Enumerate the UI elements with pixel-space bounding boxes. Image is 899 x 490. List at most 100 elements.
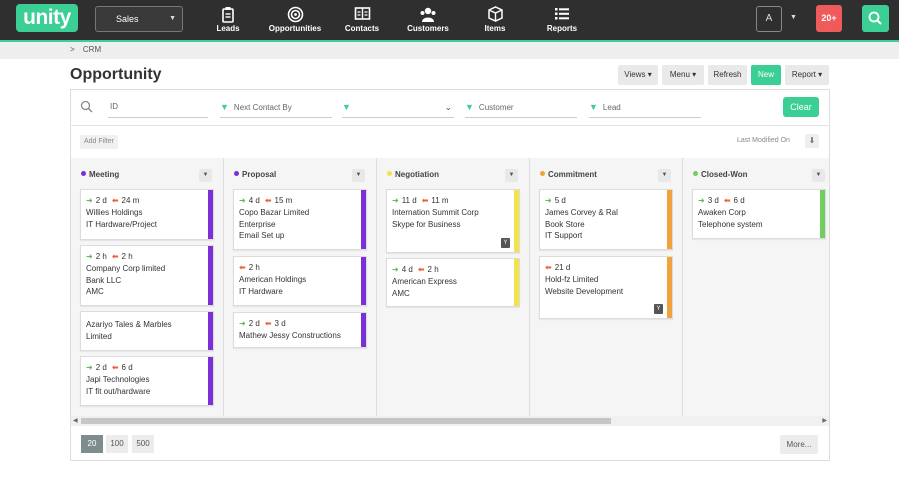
breadcrumb: > CRM: [70, 45, 101, 54]
more-button[interactable]: More...: [780, 435, 818, 454]
user-avatar[interactable]: A: [756, 6, 782, 32]
instance-select[interactable]: Sales ▼: [95, 6, 183, 32]
card-detail: Website Development: [545, 286, 624, 296]
nav-contacts[interactable]: Contacts: [340, 6, 384, 38]
card-detail: AMC: [86, 287, 104, 296]
notifications-badge[interactable]: 20+: [816, 5, 842, 32]
page-size-100[interactable]: 100: [106, 435, 128, 453]
new-button[interactable]: New: [751, 65, 781, 85]
nav-customers-label: Customers: [407, 24, 449, 33]
sort-field-label[interactable]: Last Modified On: [737, 137, 790, 144]
scrollbar-thumb[interactable]: [81, 418, 611, 424]
opportunity-card[interactable]: ➜ 2 d ⬅ 24 m Willies Holdings IT Hardware/P…: [80, 189, 214, 240]
people-icon: [404, 6, 452, 24]
lead-placeholder: Lead: [602, 103, 621, 112]
nav-reports[interactable]: Reports: [542, 6, 582, 38]
scroll-left-icon[interactable]: ◀: [73, 416, 78, 426]
opportunity-card[interactable]: Azariyo Tales & Marbles Limited: [80, 311, 214, 351]
nav-contacts-label: Contacts: [344, 24, 380, 33]
arrow-right-icon: ➜: [239, 319, 246, 328]
card-detail: AMC: [392, 288, 410, 298]
card-timers: ➜ 3 d ⬅ 6 d: [698, 196, 745, 205]
column-menu-button[interactable]: ▼: [505, 169, 518, 182]
top-navbar: unity Sales ▼ Leads Opportunities Contac…: [0, 0, 899, 40]
report-button[interactable]: Report ▾: [785, 65, 829, 85]
breadcrumb-crm[interactable]: CRM: [83, 45, 101, 54]
card-customer: American Express: [392, 277, 457, 286]
card-stage-bar: [361, 313, 366, 347]
chevron-down-icon: ▼: [169, 15, 176, 22]
card-timers: ⬅ 2 h: [239, 263, 260, 272]
sort-arrow-icon: ⬇: [808, 136, 816, 145]
arrow-right-icon: ➜: [392, 196, 399, 205]
opportunity-card[interactable]: ➜ 5 d James Corvey & Ral Book Store IT Su…: [539, 189, 673, 250]
lead-filter[interactable]: ▼ Lead: [589, 98, 701, 118]
stage-dot: [387, 171, 392, 176]
opportunity-card[interactable]: ➜ 3 d ⬅ 6 d Awaken Corp Telephone system: [692, 189, 826, 239]
address-book-icon: [340, 6, 384, 24]
page-size-20[interactable]: 20: [81, 435, 103, 453]
card-stage-bar: [667, 190, 672, 249]
chevron-right-icon: >: [70, 45, 75, 54]
card-customer: Mathew Jessy Constructions: [239, 331, 341, 340]
arrow-right-icon: ➜: [698, 196, 705, 205]
stage-dot: [81, 171, 86, 176]
opportunity-card[interactable]: ➜ 2 h ⬅ 2 h Company Corp limited Bank LLC A…: [80, 245, 214, 306]
card-stage-bar: [208, 246, 213, 305]
arrow-left-icon: ⬅: [723, 196, 731, 205]
nav-leads[interactable]: Leads: [205, 6, 251, 38]
scroll-right-icon[interactable]: ▶: [822, 416, 827, 426]
chevron-down-icon[interactable]: ▼: [790, 14, 797, 21]
opportunity-card[interactable]: ➜ 2 d ⬅ 3 d Mathew Jessy Constructions: [233, 312, 367, 348]
arrow-left-icon: ⬅: [545, 263, 552, 272]
horizontal-scrollbar[interactable]: ◀ ▶: [71, 416, 829, 426]
opportunity-card[interactable]: ⬅ 2 h American Holdings IT Hardware: [233, 256, 367, 306]
arrow-right-icon: ➜: [545, 196, 552, 205]
divider: [70, 125, 830, 126]
arrow-right-icon: ➜: [86, 196, 93, 205]
opportunity-card[interactable]: ➜ 2 d ⬅ 6 d Japi Technologies IT fit out/ha…: [80, 356, 214, 406]
funnel-icon: ▼: [465, 102, 474, 112]
card-detail: Book Store: [545, 219, 585, 229]
nav-opportunities[interactable]: Opportunities: [266, 6, 324, 38]
blank-select-filter[interactable]: ▼ ⌄: [342, 98, 454, 118]
customer-filter[interactable]: ▼ Customer: [465, 98, 577, 118]
arrow-right-icon: ➜: [86, 363, 93, 372]
column-title: Proposal: [234, 170, 276, 179]
opportunity-card[interactable]: ⬅ 21 d Hold-fz Limited Website Developmen…: [539, 256, 673, 319]
column-menu-button[interactable]: ▼: [352, 169, 365, 182]
opportunity-card[interactable]: ➜ 4 d ⬅ 15 m Copo Bazar Limited Enterprise …: [233, 189, 367, 250]
box-icon: [476, 6, 514, 24]
next-contact-filter[interactable]: ▼ Next Contact By: [220, 98, 332, 118]
id-filter-input[interactable]: ID: [108, 98, 208, 118]
funnel-icon: ▼: [342, 102, 351, 112]
card-detail: IT Hardware/Project: [86, 219, 157, 229]
column-menu-button[interactable]: ▼: [658, 169, 671, 182]
kanban-column-commitment: Commitment ▼ ➜ 5 d James Corvey & Ral Boo…: [530, 158, 683, 416]
nav-reports-label: Reports: [546, 24, 578, 33]
refresh-button[interactable]: Refresh: [708, 65, 747, 85]
views-button[interactable]: Views ▾: [618, 65, 658, 85]
funnel-icon: ▼: [220, 102, 229, 112]
arrow-left-icon: ⬅: [264, 319, 272, 328]
column-title: Commitment: [540, 170, 597, 179]
nav-customers[interactable]: Customers: [404, 6, 452, 38]
owner-badge: Y: [654, 304, 663, 314]
unity-logo[interactable]: unity: [16, 4, 78, 32]
arrow-left-icon: ⬅: [111, 252, 119, 261]
page-size-500[interactable]: 500: [132, 435, 154, 453]
instance-select-value: Sales: [116, 14, 139, 24]
sort-direction-button[interactable]: ⬇: [805, 134, 819, 148]
nav-items[interactable]: Items: [476, 6, 514, 38]
clear-filters-button[interactable]: Clear: [783, 97, 819, 117]
card-detail: Email Set up: [239, 231, 285, 240]
column-menu-button[interactable]: ▼: [199, 169, 212, 182]
card-stage-bar: [667, 257, 672, 318]
add-filter-button[interactable]: Add Filter: [80, 135, 118, 149]
menu-button[interactable]: Menu ▾: [662, 65, 704, 85]
opportunity-card[interactable]: ➜ 4 d ⬅ 2 h American Express AMC: [386, 258, 520, 307]
search-button[interactable]: [862, 5, 889, 32]
card-stage-bar: [514, 190, 519, 252]
opportunity-card[interactable]: ➜ 11 d ⬅ 11 m Internation Summit Corp Skype…: [386, 189, 520, 253]
column-menu-button[interactable]: ▼: [812, 169, 825, 182]
